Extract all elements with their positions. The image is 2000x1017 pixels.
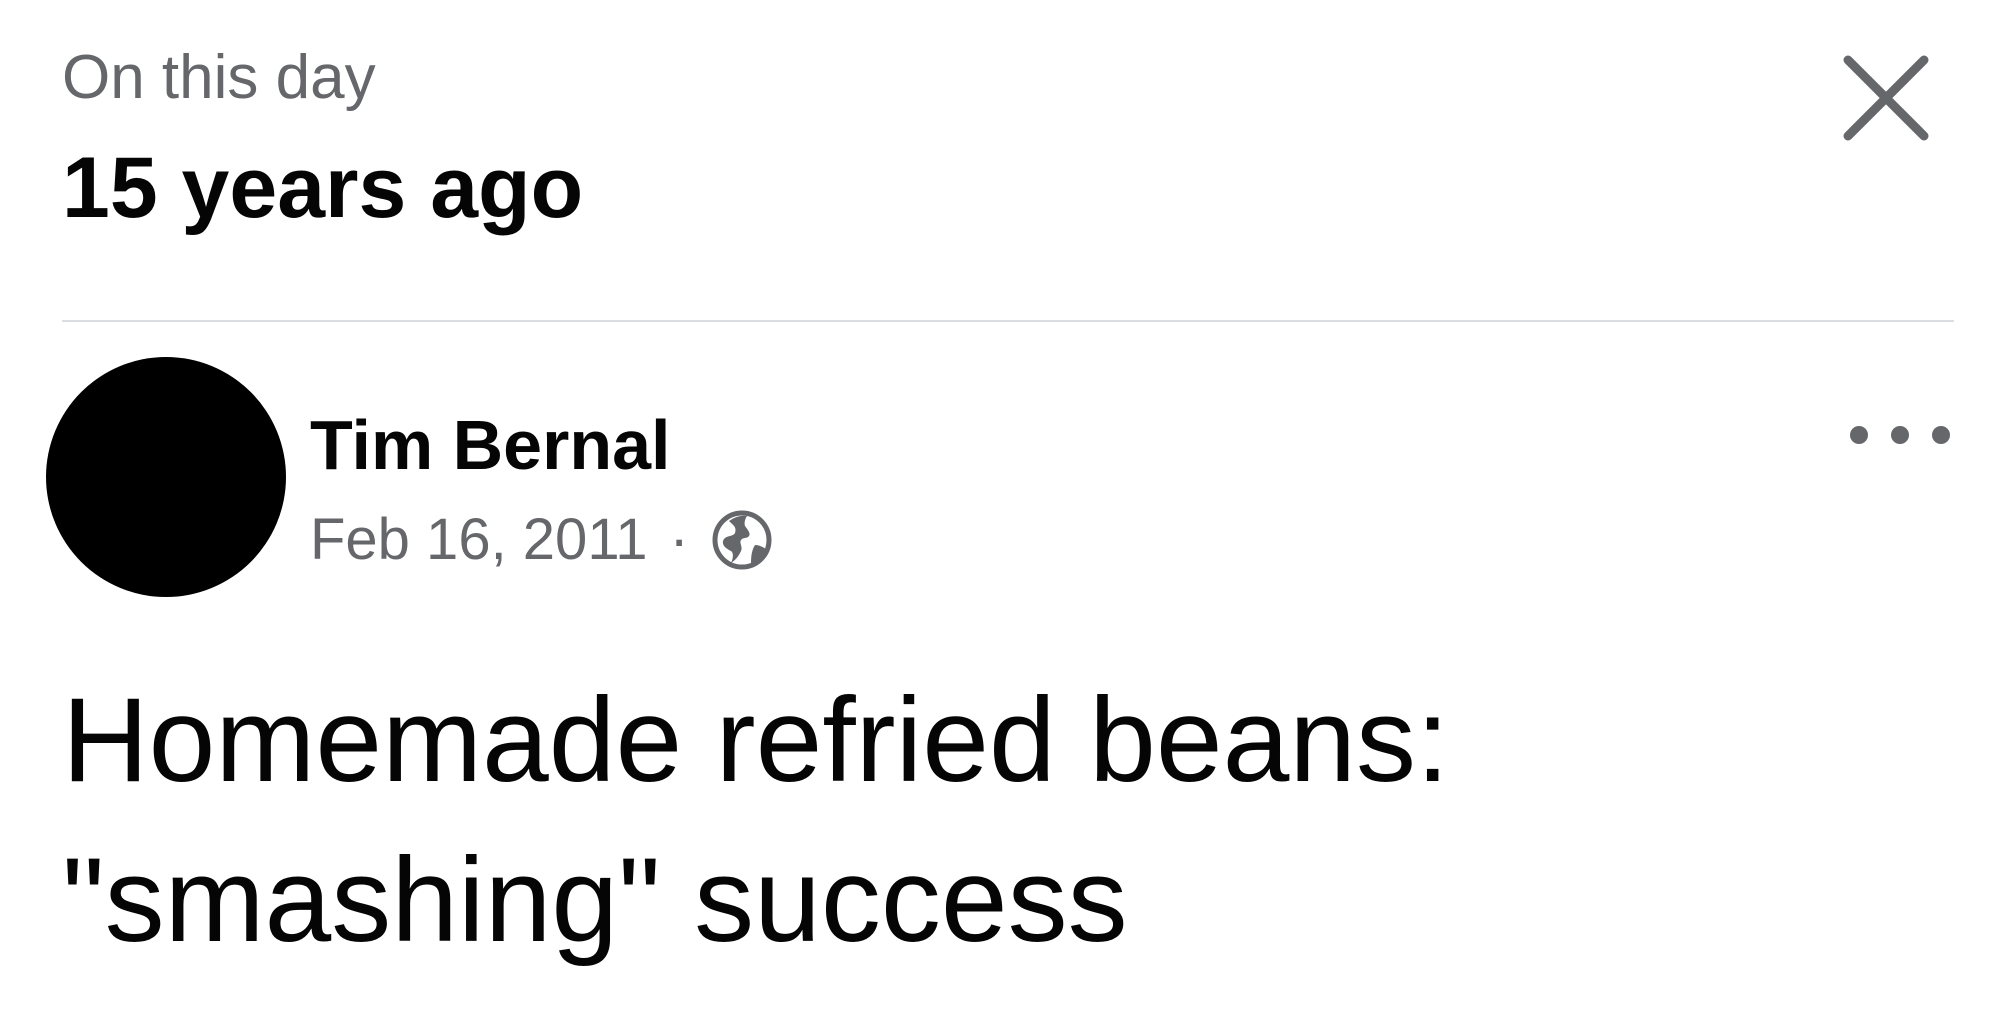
- header-subtitle: On this day: [62, 43, 376, 112]
- meta-separator: ·: [669, 507, 689, 572]
- avatar[interactable]: [46, 357, 286, 597]
- more-horizontal-icon: [1850, 426, 1868, 444]
- author-name[interactable]: Tim Bernal: [310, 404, 671, 486]
- divider: [62, 320, 1954, 322]
- more-horizontal-icon-dot: [1891, 426, 1909, 444]
- close-icon: [1843, 55, 1929, 141]
- globe-icon: [712, 510, 772, 570]
- more-horizontal-icon-dot: [1932, 426, 1950, 444]
- close-button[interactable]: [1838, 50, 1934, 146]
- post-text: Homemade refried beans: "smashing" succe…: [62, 673, 1450, 967]
- header-title: 15 years ago: [62, 140, 584, 236]
- post-meta: Feb 16, 2011 ·: [310, 500, 773, 580]
- more-options-button[interactable]: [1850, 405, 1950, 465]
- post-date[interactable]: Feb 16, 2011: [310, 505, 648, 575]
